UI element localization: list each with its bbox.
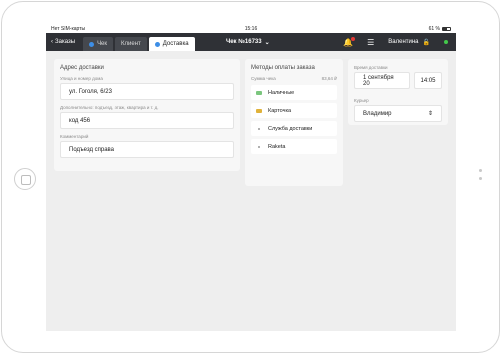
extra-info-label: Дополнительно: подъезд, этаж, квартира и… xyxy=(60,105,159,110)
camera-dot xyxy=(479,177,482,180)
courier-select[interactable]: Владимир ⇕ xyxy=(354,105,442,122)
tab-label: Доставка xyxy=(162,41,189,47)
delivery-date-field[interactable]: 1 сентября 20 xyxy=(354,72,410,89)
courier-value: Владимир xyxy=(363,110,392,117)
check-icon xyxy=(154,41,160,47)
battery-icon xyxy=(442,26,451,31)
delivery-time-value: 14:05 xyxy=(420,77,436,84)
payment-method-cash[interactable]: Наличные xyxy=(251,85,337,100)
order-title: Чек №16733 xyxy=(226,39,262,45)
comment-field[interactable]: Подъезд справа xyxy=(60,141,234,158)
home-button[interactable] xyxy=(14,168,36,190)
payment-method-label: Наличные xyxy=(268,89,295,96)
tab-delivery[interactable]: Доставка xyxy=(148,37,195,51)
chevron-left-icon: ‹ xyxy=(51,39,53,45)
receipt-sum-row: Сумма чека 83,64 ₽ xyxy=(251,76,337,82)
payment-method-label: Raketa xyxy=(268,143,286,150)
comment-label: Комментарий xyxy=(60,134,89,139)
street-label: Улица и номер дома xyxy=(60,76,103,81)
panel-title: Методы оплаты заказа xyxy=(251,65,315,71)
payment-method-label: Карточка xyxy=(268,107,292,114)
comment-value: Подъезд справа xyxy=(69,146,115,153)
camera-dot xyxy=(479,169,482,172)
tab-receipt[interactable]: Чек xyxy=(83,37,114,51)
delivery-time-panel: Время доставки 1 сентября 20 14:05 Курье… xyxy=(348,59,448,125)
payment-methods-panel: Методы оплаты заказа Сумма чека 83,64 ₽ … xyxy=(245,59,343,186)
extra-info-field[interactable]: код 456 xyxy=(60,112,234,129)
notifications-button[interactable]: 🔔 xyxy=(343,36,356,47)
street-field[interactable]: ул. Гоголя, 6/23 xyxy=(60,83,234,100)
payment-method-raketa[interactable]: Raketa xyxy=(251,139,337,154)
notification-badge xyxy=(351,36,356,41)
clock: 15:16 xyxy=(244,25,258,32)
courier-label: Курьер xyxy=(354,98,369,103)
sum-value: 83,64 ₽ xyxy=(321,76,337,81)
payment-method-delivery-service[interactable]: Служба доставки xyxy=(251,121,337,136)
check-icon xyxy=(89,41,95,47)
street-value: ул. Гоголя, 6/23 xyxy=(69,88,112,95)
menu-icon[interactable]: ☰ xyxy=(367,38,374,47)
select-arrows-icon: ⇕ xyxy=(427,111,433,117)
chevron-down-icon: ⌄ xyxy=(264,39,270,46)
delivery-address-panel: Адрес доставки Улица и номер дома ул. Го… xyxy=(54,59,240,171)
delivery-date-value: 1 сентября 20 xyxy=(363,74,394,87)
tab-client[interactable]: Клиент xyxy=(115,37,147,51)
back-label: Заказы xyxy=(55,39,76,45)
tab-label: Чек xyxy=(97,41,108,47)
top-nav-bar: ‹ Заказы Чек Клиент Доставка Чек №16733 … xyxy=(46,33,456,51)
order-title-dropdown[interactable]: Чек №16733 ⌄ xyxy=(226,39,270,46)
status-bar: Нет SIM-карты 15:16 61 % xyxy=(46,24,456,33)
panel-title: Адрес доставки xyxy=(60,65,104,71)
dot-icon xyxy=(258,145,260,148)
user-name: Валентина xyxy=(388,39,419,45)
sum-label: Сумма чека xyxy=(251,76,276,81)
delivery-time-field[interactable]: 14:05 xyxy=(414,72,442,89)
user-menu[interactable]: Валентина 🔓 xyxy=(388,39,430,46)
delivery-time-label: Время доставки xyxy=(354,65,388,70)
dot-icon xyxy=(258,127,260,130)
card-icon xyxy=(256,108,262,113)
online-status-dot xyxy=(444,40,448,44)
lock-icon: 🔓 xyxy=(422,39,430,46)
tab-label: Клиент xyxy=(121,41,141,47)
payment-method-label: Служба доставки xyxy=(268,125,313,132)
back-button[interactable]: ‹ Заказы xyxy=(46,39,83,45)
app-screen: Нет SIM-карты 15:16 61 % ‹ Заказы Чек Кл… xyxy=(46,24,456,331)
payment-method-card[interactable]: Карточка xyxy=(251,103,337,118)
extra-info-value: код 456 xyxy=(69,117,91,124)
cash-icon xyxy=(256,90,262,95)
